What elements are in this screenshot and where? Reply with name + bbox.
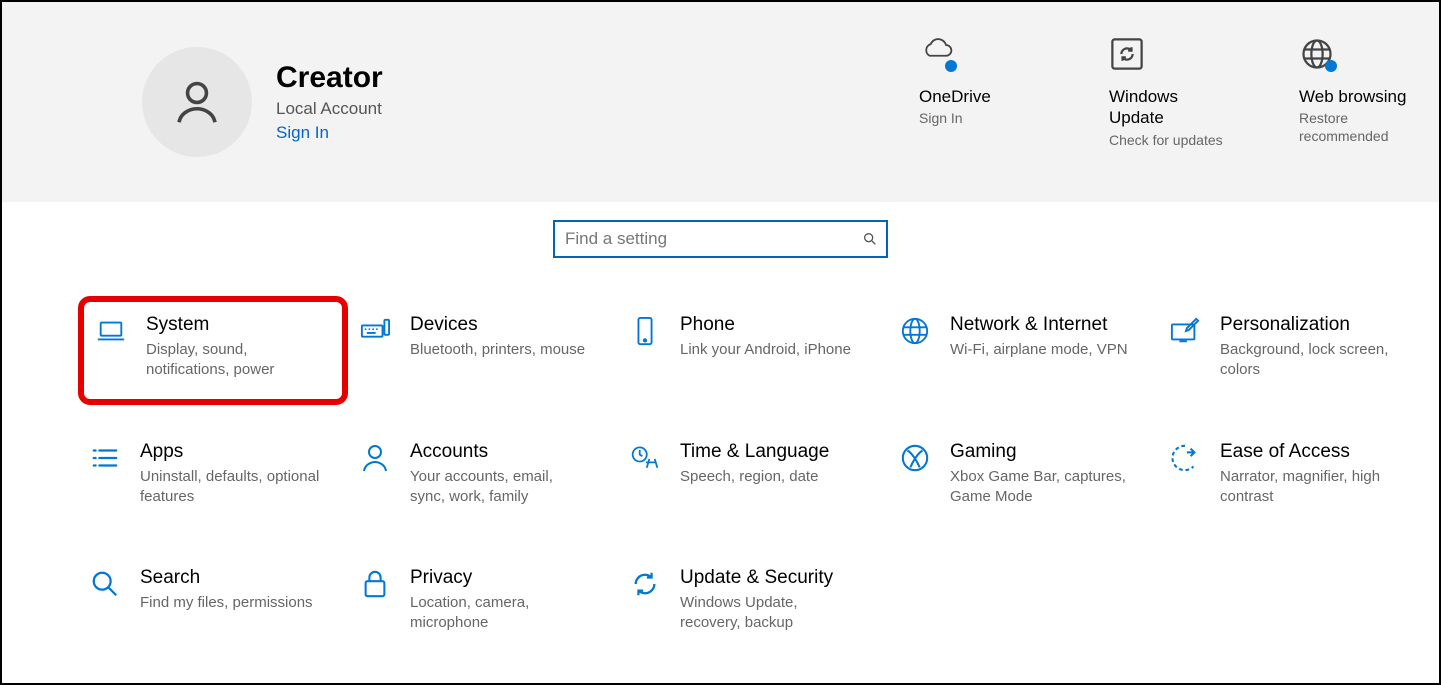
search-input[interactable] <box>565 229 862 249</box>
category-network[interactable]: Network & Internet Wi-Fi, airplane mode,… <box>888 308 1158 387</box>
cloud-icon <box>919 36 955 72</box>
laptop-icon <box>94 314 128 348</box>
category-desc: Display, sound, notifications, power <box>146 340 326 381</box>
category-desc: Link your Android, iPhone <box>680 340 851 360</box>
apps-list-icon <box>88 441 122 475</box>
category-accounts[interactable]: Accounts Your accounts, email, sync, wor… <box>348 435 618 514</box>
globe-icon <box>1299 36 1335 72</box>
update-icon <box>1109 36 1145 72</box>
phone-icon <box>628 314 662 348</box>
category-desc: Xbox Game Bar, captures, Game Mode <box>950 467 1130 508</box>
avatar[interactable] <box>142 47 252 157</box>
user-name: Creator <box>276 61 383 95</box>
category-phone[interactable]: Phone Link your Android, iPhone <box>618 308 888 387</box>
sync-icon <box>628 567 662 601</box>
onedrive-sub: Sign In <box>919 109 1039 127</box>
category-search[interactable]: Search Find my files, permissions <box>78 561 348 640</box>
header-tiles: OneDrive Sign In Windows Update Check fo… <box>919 32 1419 172</box>
category-title: Personalization <box>1220 314 1400 336</box>
user-block: Creator Local Account Sign In <box>142 32 383 172</box>
category-desc: Wi-Fi, airplane mode, VPN <box>950 340 1128 360</box>
pen-screen-icon <box>1168 314 1202 348</box>
search-wrap <box>2 220 1439 258</box>
category-title: Privacy <box>410 567 590 589</box>
category-desc: Find my files, permissions <box>140 593 313 613</box>
time-language-icon <box>628 441 662 475</box>
category-privacy[interactable]: Privacy Location, camera, microphone <box>348 561 618 640</box>
category-title: Network & Internet <box>950 314 1128 336</box>
category-title: Ease of Access <box>1220 441 1400 463</box>
category-desc: Narrator, magnifier, high contrast <box>1220 467 1400 508</box>
category-title: Accounts <box>410 441 590 463</box>
windows-update-sub: Check for updates <box>1109 131 1229 149</box>
category-system[interactable]: System Display, sound, notifications, po… <box>78 296 348 405</box>
category-title: Devices <box>410 314 585 336</box>
category-title: Update & Security <box>680 567 860 589</box>
search-icon <box>88 567 122 601</box>
category-desc: Background, lock screen, colors <box>1220 340 1400 381</box>
category-title: Search <box>140 567 313 589</box>
person-icon <box>170 75 224 129</box>
person-icon <box>358 441 392 475</box>
category-update-security[interactable]: Update & Security Windows Update, recove… <box>618 561 888 640</box>
lock-icon <box>358 567 392 601</box>
category-title: Apps <box>140 441 320 463</box>
category-devices[interactable]: Devices Bluetooth, printers, mouse <box>348 308 618 387</box>
settings-header: Creator Local Account Sign In OneDrive S… <box>2 2 1439 202</box>
windows-update-tile[interactable]: Windows Update Check for updates <box>1109 36 1229 172</box>
onedrive-title: OneDrive <box>919 86 1039 107</box>
category-time-language[interactable]: Time & Language Speech, region, date <box>618 435 888 514</box>
user-account-type: Local Account <box>276 99 383 119</box>
category-desc: Speech, region, date <box>680 467 829 487</box>
ease-of-access-icon <box>1168 441 1202 475</box>
web-browsing-title: Web browsing <box>1299 86 1419 107</box>
category-personalization[interactable]: Personalization Background, lock screen,… <box>1158 308 1428 387</box>
category-title: System <box>146 314 326 336</box>
category-apps[interactable]: Apps Uninstall, defaults, optional featu… <box>78 435 348 514</box>
category-ease-of-access[interactable]: Ease of Access Narrator, magnifier, high… <box>1158 435 1428 514</box>
category-gaming[interactable]: Gaming Xbox Game Bar, captures, Game Mod… <box>888 435 1158 514</box>
category-desc: Bluetooth, printers, mouse <box>410 340 585 360</box>
xbox-icon <box>898 441 932 475</box>
category-desc: Your accounts, email, sync, work, family <box>410 467 590 508</box>
sign-in-link[interactable]: Sign In <box>276 123 383 143</box>
web-browsing-sub: Restore recommended <box>1299 109 1419 145</box>
search-icon <box>862 231 878 247</box>
keyboard-icon <box>358 314 392 348</box>
settings-grid: System Display, sound, notifications, po… <box>2 258 1439 640</box>
category-desc: Windows Update, recovery, backup <box>680 593 860 634</box>
category-title: Gaming <box>950 441 1130 463</box>
windows-update-title: Windows Update <box>1109 86 1229 129</box>
onedrive-tile[interactable]: OneDrive Sign In <box>919 36 1039 172</box>
category-desc: Location, camera, microphone <box>410 593 590 634</box>
category-desc: Uninstall, defaults, optional features <box>140 467 320 508</box>
category-title: Phone <box>680 314 851 336</box>
globe-icon <box>898 314 932 348</box>
web-browsing-tile[interactable]: Web browsing Restore recommended <box>1299 36 1419 172</box>
search-box[interactable] <box>553 220 888 258</box>
category-title: Time & Language <box>680 441 829 463</box>
